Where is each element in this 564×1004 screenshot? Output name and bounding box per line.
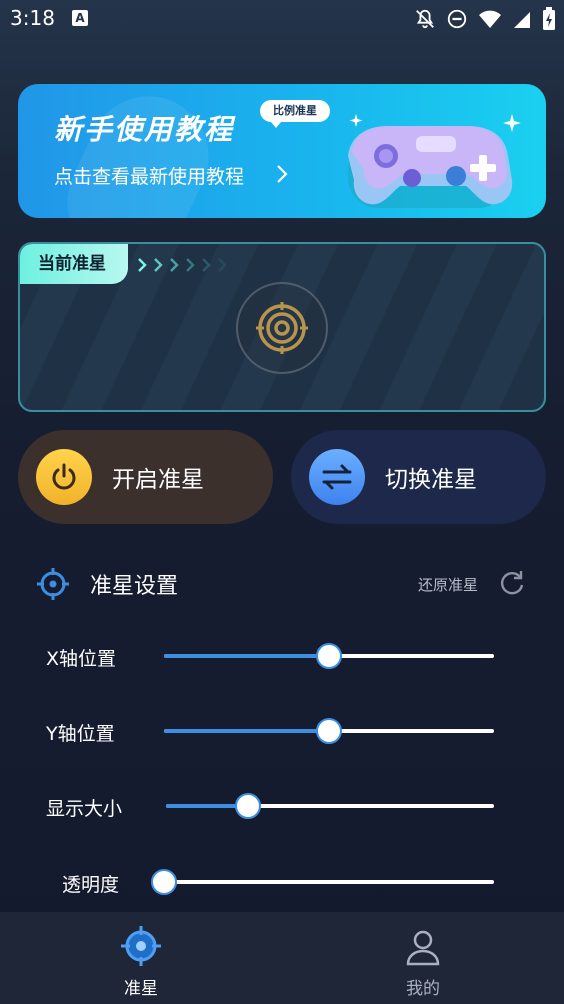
- power-icon: [52, 463, 76, 490]
- chevrons-right-icon: [138, 258, 227, 272]
- banner-title: 新手使用教程: [54, 113, 235, 146]
- slider-thumb[interactable]: [151, 869, 177, 895]
- current-crosshair-tag: 当前准星: [20, 244, 128, 284]
- battery-charging-icon: [543, 7, 555, 30]
- settings-title: 准星设置: [90, 574, 179, 599]
- slider-fill: [164, 729, 329, 733]
- slider-label: 透明度: [62, 874, 120, 896]
- opacity-slider[interactable]: [151, 869, 494, 895]
- power-icon-wrap: [36, 449, 92, 505]
- banner-bubble: 比例准星: [260, 100, 330, 128]
- nav-label-crosshair: 准星: [124, 979, 158, 999]
- status-icons: [414, 6, 556, 32]
- current-crosshair-card: 当前准星: [18, 242, 546, 412]
- y-position-slider-row: Y轴位置: [0, 711, 564, 751]
- enable-crosshair-label: 开启准星: [112, 467, 204, 493]
- status-time: 3:18: [10, 6, 55, 30]
- swap-icon: [322, 464, 352, 490]
- slider-label: 显示大小: [46, 798, 123, 820]
- nav-label-profile: 我的: [406, 979, 440, 999]
- crosshair-preview: [236, 282, 328, 374]
- x-position-slider-row: X轴位置: [0, 636, 564, 676]
- crosshair-icon: [37, 568, 69, 600]
- display-size-slider[interactable]: [166, 793, 494, 819]
- bottom-nav: 准星 我的: [0, 912, 564, 1004]
- tutorial-banner[interactable]: 新手使用教程 比例准星 点击查看最新使用教程: [18, 84, 546, 218]
- nav-item-crosshair[interactable]: 准星: [0, 912, 282, 1004]
- banner-subtitle: 点击查看最新使用教程: [54, 166, 245, 188]
- slider-thumb[interactable]: [235, 793, 261, 819]
- enable-crosshair-button[interactable]: 开启准星: [18, 430, 273, 524]
- gamepad-icon: [348, 114, 521, 208]
- banner-decoration: [47, 84, 229, 218]
- notifications-off-icon: [416, 9, 434, 29]
- slider-label: X轴位置: [46, 648, 117, 670]
- slider-label: Y轴位置: [46, 723, 115, 745]
- do-not-disturb-icon: [447, 9, 467, 29]
- display-size-slider-row: 显示大小: [0, 786, 564, 826]
- slider-thumb[interactable]: [316, 643, 342, 669]
- swap-icon-wrap: [309, 449, 365, 505]
- y-position-slider[interactable]: [164, 718, 494, 744]
- crosshair-nav-icon: [121, 926, 161, 966]
- opacity-slider-row: 透明度: [0, 862, 564, 902]
- reset-crosshair-button[interactable]: 还原准星: [418, 574, 478, 595]
- status-bar: 3:18 A: [0, 0, 564, 40]
- x-position-slider[interactable]: [164, 643, 494, 669]
- notification-icon: A: [72, 10, 88, 26]
- crosshair-target-icon: [256, 302, 308, 354]
- refresh-icon[interactable]: [498, 569, 526, 597]
- signal-icon: [514, 12, 530, 28]
- wifi-icon: [479, 10, 501, 28]
- nav-item-profile[interactable]: 我的: [282, 912, 564, 1004]
- chevron-right-icon: [277, 165, 288, 183]
- switch-crosshair-label: 切换准星: [385, 467, 477, 493]
- slider-fill: [164, 654, 329, 658]
- slider-thumb[interactable]: [316, 718, 342, 744]
- crosshair-settings-header: 准星设置 还原准星: [36, 562, 530, 606]
- profile-icon: [406, 930, 440, 966]
- switch-crosshair-button[interactable]: 切换准星: [291, 430, 546, 524]
